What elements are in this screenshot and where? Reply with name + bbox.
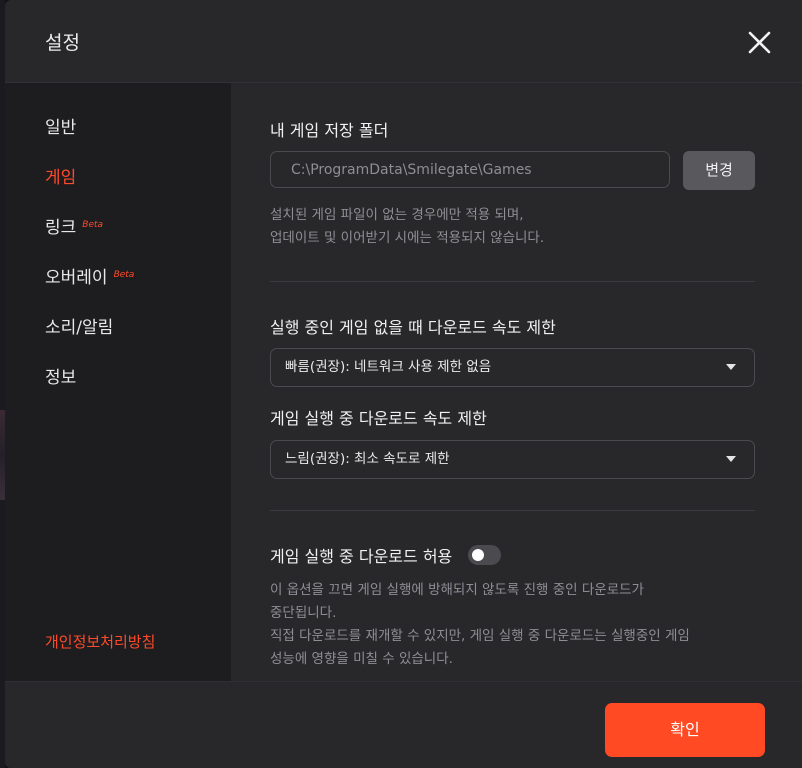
close-icon <box>748 31 771 54</box>
chevron-down-icon <box>726 364 736 370</box>
sidebar-item-label: 정보 <box>45 368 77 388</box>
idle-download-limit-heading: 실행 중인 게임 없을 때 다운로드 속도 제한 <box>270 318 556 337</box>
beta-badge: Beta <box>113 270 135 280</box>
sidebar-item-general[interactable]: 일반 <box>45 113 76 138</box>
section-divider <box>270 510 755 511</box>
allow-note-line-2: 중단됩니다. <box>270 605 337 621</box>
sidebar-item-label: 링크 <box>45 218 77 238</box>
sidebar-item-label: 일반 <box>45 118 77 138</box>
folder-heading: 내 게임 저장 폴더 <box>270 121 389 140</box>
sidebar-item-label: 게임 <box>45 168 77 188</box>
sidebar-item-game[interactable]: 게임 <box>45 163 76 188</box>
allow-note-line-1: 이 옵션을 끄면 게임 실행에 방해되지 않도록 진행 중인 다운로드가 <box>270 582 644 598</box>
change-folder-button[interactable]: 변경 <box>683 151 755 190</box>
confirm-button[interactable]: 확인 <box>605 703 765 757</box>
sidebar-item-link[interactable]: 링크 Beta <box>45 213 103 238</box>
folder-note-line-2: 업데이트 및 이어받기 시에는 적용되지 않습니다. <box>270 230 545 246</box>
running-download-limit-heading: 게임 실행 중 다운로드 속도 제한 <box>270 409 487 428</box>
game-settings-panel: 내 게임 저장 폴더 C:\ProgramData\Smilegate\Game… <box>270 83 760 681</box>
dialog-footer: 확인 <box>5 681 802 768</box>
sidebar-item-label: 오버레이 <box>45 268 108 288</box>
select-value: 느림(권장): 최소 속도로 제한 <box>285 451 450 467</box>
folder-note-line-1: 설치된 게임 파일이 없는 경우에만 적용 되며, <box>270 207 524 223</box>
sidebar-item-label: 소리/알림 <box>45 318 114 338</box>
allow-note-line-4: 성능에 영향을 미칠 수 있습니다. <box>270 651 453 667</box>
beta-badge: Beta <box>82 220 104 230</box>
toggle-knob <box>472 549 484 561</box>
section-divider <box>270 281 755 282</box>
select-value: 빠름(권장): 네트워크 사용 제한 없음 <box>285 359 492 375</box>
title-bar: 설정 <box>5 0 802 83</box>
close-button[interactable] <box>740 22 780 62</box>
sidebar-nav: 일반 게임 링크 Beta 오버레이 Beta 소리/알림 정보 개인정보처리방침 <box>5 83 231 681</box>
sidebar-item-info[interactable]: 정보 <box>45 363 76 388</box>
running-download-limit-select[interactable]: 느림(권장): 최소 속도로 제한 <box>270 440 755 479</box>
privacy-policy-link[interactable]: 개인정보처리방침 <box>45 631 155 652</box>
allow-note-line-3: 직접 다운로드를 재개할 수 있지만, 게임 실행 중 다운로드는 실행중인 게… <box>270 628 690 644</box>
allow-download-toggle[interactable] <box>468 545 501 565</box>
idle-download-limit-select[interactable]: 빠름(권장): 네트워크 사용 제한 없음 <box>270 348 755 387</box>
allow-download-heading: 게임 실행 중 다운로드 허용 <box>270 547 453 566</box>
settings-dialog: 설정 일반 게임 링크 Beta 오버레이 Beta 소리/알림 정보 개인정보처리… <box>5 0 802 768</box>
dialog-title: 설정 <box>45 32 80 54</box>
sidebar-item-sound-notification[interactable]: 소리/알림 <box>45 313 113 338</box>
sidebar-item-overlay[interactable]: 오버레이 Beta <box>45 263 134 288</box>
chevron-down-icon <box>726 456 736 462</box>
game-folder-path-field[interactable]: C:\ProgramData\Smilegate\Games <box>270 151 670 188</box>
